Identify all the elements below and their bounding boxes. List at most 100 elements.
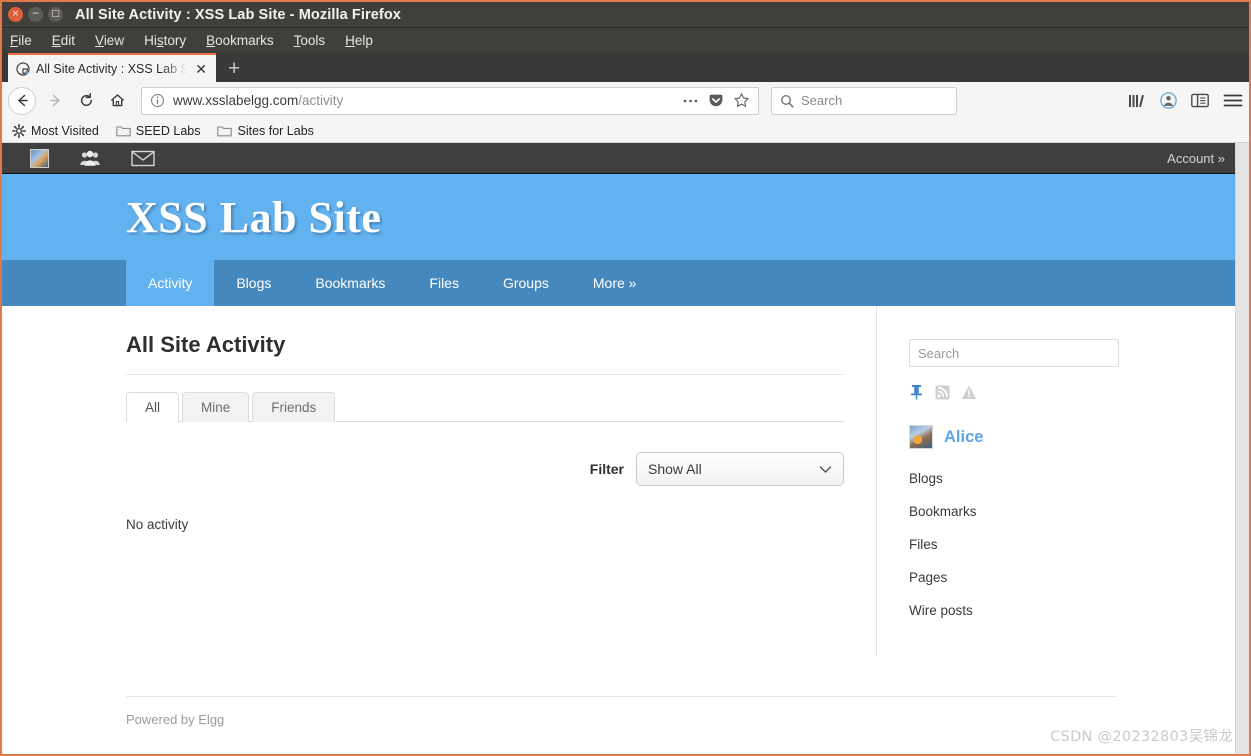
back-button[interactable] — [8, 86, 36, 115]
forward-button[interactable] — [40, 87, 71, 115]
navigation-toolbar: www.xsslabelgg.com/activity Search — [2, 82, 1249, 119]
toolbar-right-actions — [1114, 92, 1243, 109]
library-icon[interactable] — [1128, 93, 1146, 109]
menu-edit[interactable]: Edit — [52, 33, 75, 48]
sidebar-link-wire-posts[interactable]: Wire posts — [909, 603, 1116, 618]
minimize-icon: − — [31, 9, 40, 19]
maximize-icon: □ — [51, 9, 60, 19]
site-nav-files[interactable]: Files — [407, 260, 481, 306]
menu-view-rest: iew — [103, 32, 125, 48]
elgg-favicon-icon — [15, 61, 30, 76]
window-maximize-button[interactable]: □ — [48, 7, 63, 22]
reload-button[interactable] — [71, 87, 102, 115]
back-arrow-icon — [17, 94, 28, 107]
page-info-icon[interactable] — [150, 93, 165, 108]
sidebar-link-blogs[interactable]: Blogs — [909, 471, 1116, 486]
hamburger-menu-icon[interactable] — [1223, 93, 1243, 108]
address-bar[interactable]: www.xsslabelgg.com/activity — [141, 86, 759, 115]
menu-view[interactable]: View — [95, 33, 124, 48]
sidebar-link-pages[interactable]: Pages — [909, 570, 1116, 585]
pocket-icon[interactable] — [708, 93, 724, 109]
menu-history[interactable]: History — [144, 33, 186, 48]
vertical-scrollbar[interactable] — [1235, 143, 1249, 754]
folder-icon — [217, 124, 233, 137]
bookmark-label: Most Visited — [31, 123, 99, 138]
messages-icon[interactable] — [131, 150, 155, 167]
page-footer: Powered by Elgg — [126, 696, 1116, 729]
sync-account-icon[interactable] — [1160, 92, 1177, 109]
site-nav-groups[interactable]: Groups — [481, 260, 571, 306]
home-button[interactable] — [102, 87, 133, 115]
rss-icon[interactable] — [935, 385, 950, 400]
bookmark-label: Sites for Labs — [237, 123, 314, 138]
window-close-button[interactable]: × — [8, 7, 23, 22]
forward-arrow-icon — [50, 94, 60, 107]
sidebar-icon-row — [909, 384, 1116, 400]
sidebar-toggle-icon[interactable] — [1191, 93, 1209, 108]
powered-by-text: Powered by Elgg — [126, 712, 225, 727]
main-content: All Site Activity All Mine Friends Filte… — [126, 306, 876, 656]
bookmark-most-visited[interactable]: Most Visited — [12, 124, 99, 138]
web-page: Account » XSS Lab Site Activity Blogs Bo… — [2, 143, 1235, 754]
elgg-topbar: Account » — [2, 143, 1235, 174]
bookmark-star-icon[interactable] — [733, 92, 750, 109]
folder-icon — [116, 124, 131, 137]
owner-avatar[interactable] — [909, 425, 933, 449]
sidebar-links: Blogs Bookmarks Files Pages Wire posts — [909, 471, 1116, 618]
tab-mine[interactable]: Mine — [182, 392, 250, 422]
page-sidebar: Search Alice Blogs Bookmarks Files Pages… — [876, 306, 1119, 656]
page-actions-icon[interactable] — [682, 97, 699, 105]
new-tab-button[interactable]: + — [228, 58, 240, 82]
site-nav-bookmarks[interactable]: Bookmarks — [293, 260, 407, 306]
bookmark-seed-labs[interactable]: SEED Labs — [116, 123, 201, 138]
page-title: All Site Activity — [126, 332, 286, 357]
browser-tab-active[interactable]: All Site Activity : XSS Lab Site ✕ — [8, 53, 216, 82]
menu-file[interactable]: File — [10, 33, 32, 48]
page-viewport: Account » XSS Lab Site Activity Blogs Bo… — [2, 143, 1249, 754]
sidebar-search-input[interactable]: Search — [909, 339, 1119, 367]
menu-file-rest: ile — [18, 32, 32, 48]
sidebar-link-bookmarks[interactable]: Bookmarks — [909, 504, 1116, 519]
browser-window: × − □ All Site Activity : XSS Lab Site -… — [0, 0, 1251, 756]
empty-state-message: No activity — [126, 517, 189, 532]
sidebar-link-files[interactable]: Files — [909, 537, 1116, 552]
chevron-down-icon — [819, 465, 832, 474]
site-nav-more[interactable]: More » — [571, 260, 659, 306]
site-header: XSS Lab Site — [2, 174, 1235, 260]
menu-bookmarks[interactable]: Bookmarks — [206, 33, 274, 48]
bookmark-label: SEED Labs — [135, 123, 201, 138]
elgg-topbar-icons — [30, 148, 155, 168]
filter-label: Filter — [589, 461, 624, 477]
browser-tab-label: All Site Activity : XSS Lab Site — [36, 61, 188, 76]
account-menu[interactable]: Account » — [1167, 151, 1225, 166]
site-nav-activity[interactable]: Activity — [126, 260, 215, 306]
tab-friends[interactable]: Friends — [252, 392, 336, 422]
window-minimize-button[interactable]: − — [28, 7, 43, 22]
activity-tabs: All Mine Friends — [126, 392, 844, 423]
filter-select[interactable]: Show All — [636, 452, 844, 486]
address-bar-text: www.xsslabelgg.com/activity — [173, 93, 682, 108]
tab-close-icon[interactable]: ✕ — [193, 62, 209, 76]
menu-help[interactable]: Help — [345, 33, 373, 48]
page-layout: All Site Activity All Mine Friends Filte… — [2, 306, 1235, 656]
toolbar-search-box[interactable]: Search — [771, 86, 957, 115]
menu-edit-rest: dit — [60, 32, 76, 48]
site-title: XSS Lab Site — [126, 192, 382, 242]
filter-select-value: Show All — [648, 461, 702, 477]
owner-name[interactable]: Alice — [944, 428, 983, 447]
topbar-avatar[interactable] — [30, 148, 49, 168]
site-nav-blogs[interactable]: Blogs — [214, 260, 293, 306]
bookmark-sites-for-labs[interactable]: Sites for Labs — [217, 123, 314, 138]
url-path: /activity — [298, 93, 344, 108]
watermark: CSDN @20232803吴锦龙 — [1050, 729, 1233, 745]
star-burst-icon — [12, 123, 26, 138]
menu-tools[interactable]: Tools — [294, 33, 326, 48]
search-icon — [780, 94, 794, 108]
filter-row: Filter Show All — [126, 452, 844, 486]
warning-icon[interactable] — [961, 385, 977, 400]
friends-icon[interactable] — [79, 150, 101, 167]
title-divider — [126, 374, 844, 375]
pushpin-icon[interactable] — [909, 384, 924, 400]
tab-all[interactable]: All — [126, 392, 180, 423]
title-bar: × − □ All Site Activity : XSS Lab Site -… — [2, 2, 1249, 28]
